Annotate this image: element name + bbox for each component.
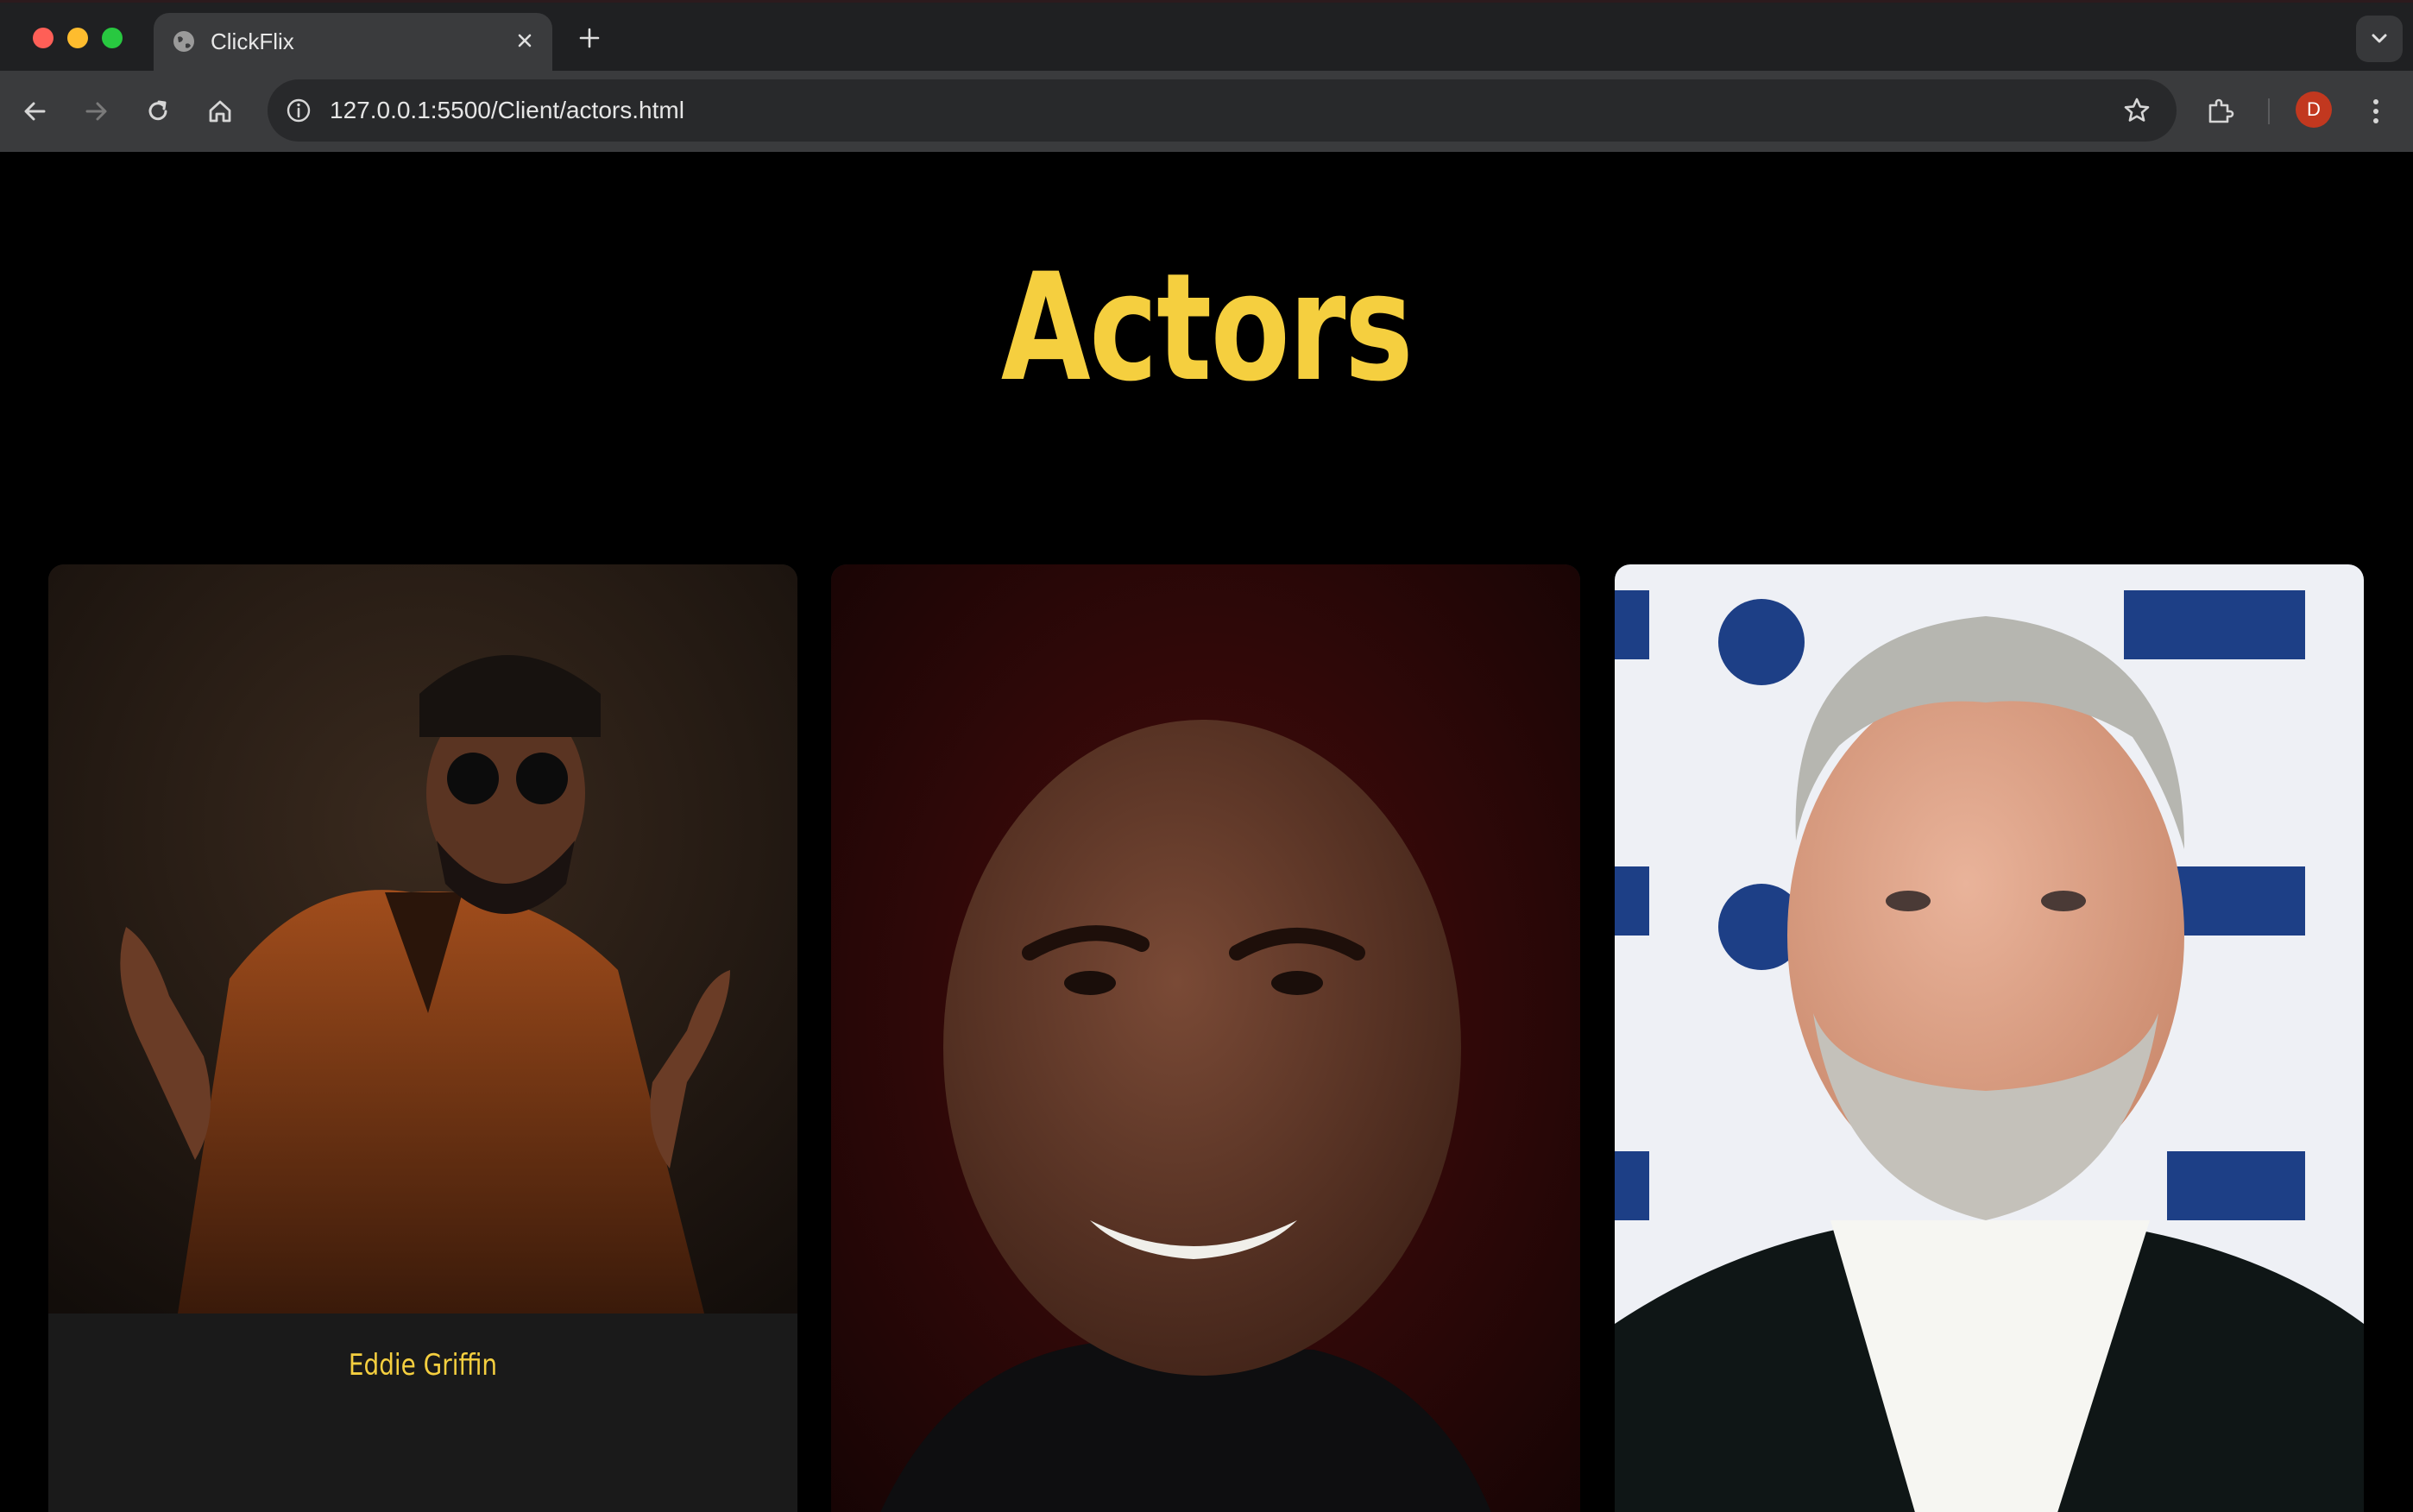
actor-photo	[831, 564, 1580, 1512]
puzzle-icon[interactable]	[2201, 91, 2240, 131]
tab-search-button[interactable]	[2356, 16, 2403, 62]
info-icon[interactable]	[283, 95, 314, 126]
profile-avatar[interactable]: D	[2296, 91, 2332, 128]
back-arrow-icon[interactable]	[16, 91, 55, 131]
address-bar[interactable]: 127.0.0.1:5500/Client/actors.html	[268, 79, 2177, 142]
kebab-menu-icon[interactable]	[2356, 91, 2396, 131]
star-icon[interactable]	[2120, 93, 2154, 128]
url-text[interactable]: 127.0.0.1:5500/Client/actors.html	[330, 95, 684, 126]
maximize-window-button[interactable]	[102, 28, 123, 48]
actor-photo	[48, 564, 797, 1314]
page-content: Actors Eddie Griffin	[0, 152, 2413, 1512]
plus-icon[interactable]	[575, 23, 604, 53]
globe-icon	[173, 31, 194, 52]
close-icon[interactable]	[511, 27, 539, 54]
reload-icon[interactable]	[138, 91, 178, 131]
tab-title: ClickFlix	[211, 28, 294, 54]
forward-arrow-icon[interactable]	[76, 91, 116, 131]
actor-card[interactable]: Eddie Griffin	[48, 564, 797, 1512]
close-window-button[interactable]	[33, 28, 54, 48]
page-title: Actors	[1000, 241, 1414, 414]
chevron-down-icon	[2372, 34, 2387, 43]
browser-tab-bar: ClickFlix	[0, 0, 2413, 73]
actor-name: Eddie Griffin	[348, 1348, 498, 1383]
minimize-window-button[interactable]	[67, 28, 88, 48]
actor-card[interactable]	[831, 564, 1580, 1512]
home-icon[interactable]	[200, 91, 240, 131]
browser-toolbar: 127.0.0.1:5500/Client/actors.html D	[0, 71, 2413, 152]
browser-tab-active[interactable]: ClickFlix	[154, 13, 552, 73]
actor-photo	[1615, 564, 2364, 1512]
toolbar-divider	[2268, 98, 2270, 124]
actor-card[interactable]	[1615, 564, 2364, 1512]
